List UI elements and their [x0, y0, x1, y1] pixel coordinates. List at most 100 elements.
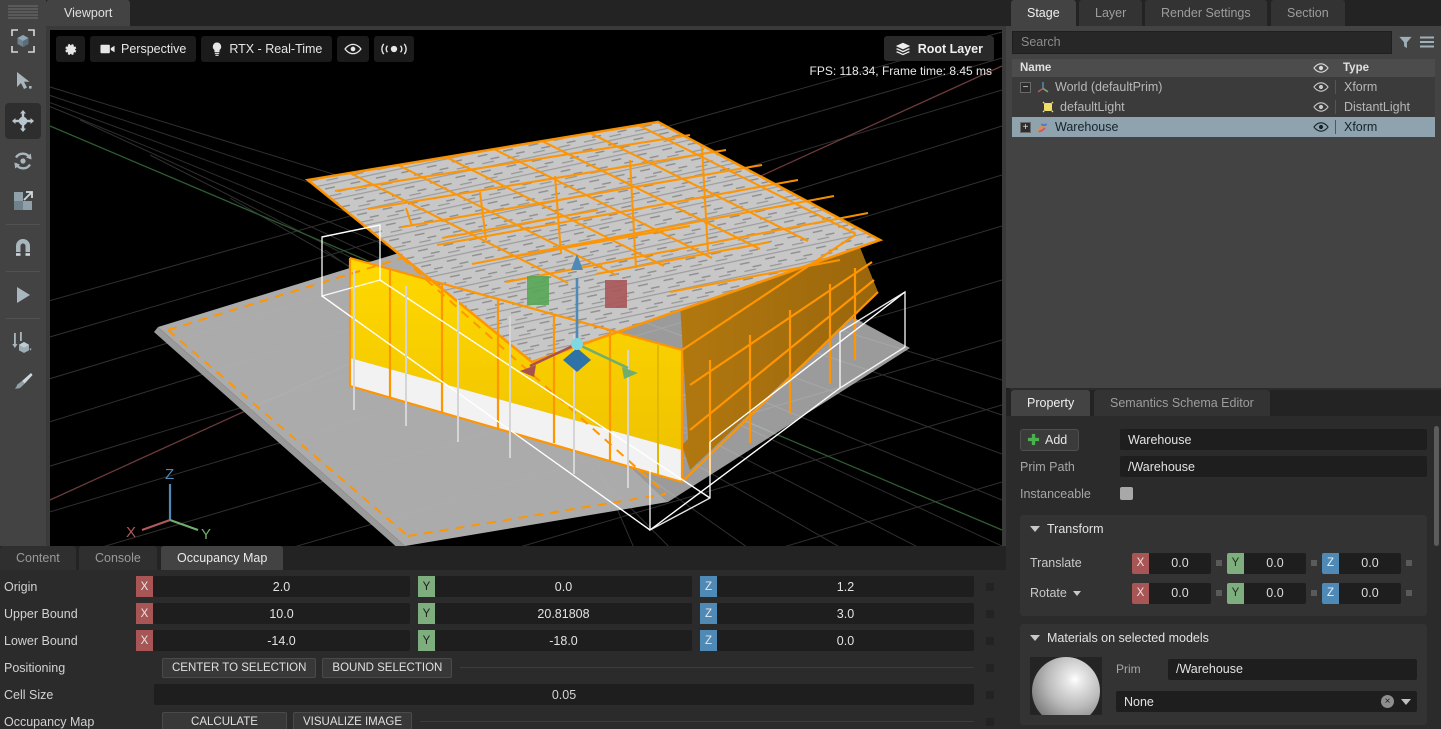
add-button[interactable]: Add	[1020, 428, 1080, 451]
play-tool-button[interactable]	[5, 277, 41, 313]
tab-stage[interactable]: Stage	[1011, 0, 1076, 26]
rotate-x-input[interactable]: 0.0	[1149, 582, 1211, 604]
paint-tool-button[interactable]	[5, 364, 41, 400]
origin-x-input[interactable]: 2.0	[153, 576, 410, 597]
transform-header[interactable]: Transform	[1030, 522, 1417, 536]
viewport-tab-bar: Viewport	[46, 0, 1006, 26]
right-panel: Stage Layer Render Settings Section Sear…	[1006, 0, 1441, 729]
axis-prim-icon	[1037, 82, 1049, 93]
bound-selection-button[interactable]: BOUND SELECTION	[322, 657, 453, 678]
lower-bound-label: Lower Bound	[4, 633, 78, 648]
world-expander[interactable]: −	[1020, 81, 1031, 93]
snap-tool-button[interactable]	[5, 230, 41, 266]
filter-funnel-icon[interactable]	[1398, 35, 1413, 50]
root-layer-button[interactable]: Root Layer	[883, 36, 994, 61]
cell-size-input[interactable]: 0.05	[154, 684, 974, 705]
center-to-selection-button[interactable]: CENTER TO SELECTION	[162, 657, 317, 678]
instanceable-checkbox[interactable]	[1120, 487, 1133, 500]
property-scrollbar[interactable]	[1434, 426, 1439, 546]
rotate-x-handle[interactable]	[1216, 590, 1222, 596]
select-cursor-tool-button[interactable]	[5, 63, 41, 99]
tab-console[interactable]: Console	[79, 546, 157, 570]
stage-tree: Name Type − World (defaultPrim) Xform de…	[1012, 59, 1435, 137]
tab-render-settings[interactable]: Render Settings	[1145, 0, 1267, 26]
positioning-row-handle[interactable]	[986, 663, 994, 672]
prim-path-input[interactable]: /Warehouse	[1120, 456, 1427, 477]
camera-selector-button[interactable]: Perspective	[90, 36, 197, 62]
origin-row-handle[interactable]	[986, 582, 994, 591]
tab-property[interactable]: Property	[1011, 390, 1091, 416]
warehouse-expander[interactable]: +	[1020, 121, 1031, 133]
rotate-order-chevron-down-icon[interactable]	[1072, 590, 1081, 596]
viewport-canvas[interactable]: Perspective RTX - Real-Time Root Layer F…	[50, 30, 1002, 546]
tab-layer[interactable]: Layer	[1079, 0, 1143, 26]
translate-y-input[interactable]: 0.0	[1244, 552, 1306, 574]
translate-z-input[interactable]: 0.0	[1339, 552, 1401, 574]
rotate-z-handle[interactable]	[1406, 590, 1412, 596]
material-preview-thumbnail[interactable]	[1030, 657, 1102, 715]
translate-label: Translate	[1030, 556, 1082, 570]
clear-circle-icon[interactable]: ×	[1381, 695, 1394, 708]
stage-search-input[interactable]: Search	[1012, 30, 1392, 54]
tab-content[interactable]: Content	[0, 546, 76, 570]
tab-semantics-schema-editor[interactable]: Semantics Schema Editor	[1094, 390, 1270, 416]
lower-x-input[interactable]: -14.0	[153, 630, 410, 651]
upper-z-input[interactable]: 3.0	[717, 603, 974, 624]
scale-tool-button[interactable]	[5, 183, 41, 219]
tab-occupancy-map[interactable]: Occupancy Map	[161, 546, 284, 570]
lower-bound-row-handle[interactable]	[986, 636, 994, 645]
translate-x-handle[interactable]	[1216, 560, 1222, 566]
stage-row-warehouse[interactable]: + Warehouse Xform	[1012, 117, 1435, 137]
material-prim-input[interactable]: /Warehouse	[1168, 658, 1417, 680]
translate-x-input[interactable]: 0.0	[1149, 552, 1211, 574]
world-visibility-toggle[interactable]	[1307, 82, 1335, 92]
tab-viewport[interactable]: Viewport	[46, 0, 131, 26]
origin-y-input[interactable]: 0.0	[435, 576, 692, 597]
viewport-settings-button[interactable]	[56, 36, 85, 62]
toolbar-drag-handle[interactable]	[8, 5, 38, 19]
translate-y-handle[interactable]	[1311, 560, 1317, 566]
left-toolbar	[0, 0, 46, 546]
instanceable-row: Instanceable	[1020, 480, 1427, 507]
occupancy-actions-row-handle[interactable]	[986, 717, 994, 726]
stage-row-world[interactable]: − World (defaultPrim) Xform	[1012, 77, 1435, 97]
material-binding-dropdown[interactable]: None ×	[1116, 691, 1417, 712]
visibility-toggle-button[interactable]	[337, 36, 370, 62]
prim-path-row: Prim Path /Warehouse	[1020, 453, 1427, 480]
rotate-y-handle[interactable]	[1311, 590, 1317, 596]
stage-panel: Search Name Type − World (defaultPrim) X…	[1006, 26, 1441, 388]
warehouse-visibility-toggle[interactable]	[1307, 122, 1335, 132]
calculate-button[interactable]: CALCULATE	[162, 711, 287, 729]
select-bbox-tool-button[interactable]	[5, 23, 41, 59]
stage-search-row: Search	[1006, 26, 1441, 54]
prim-name-input[interactable]: Warehouse	[1120, 429, 1427, 450]
origin-z-input[interactable]: 1.2	[717, 576, 974, 597]
translate-z-handle[interactable]	[1406, 560, 1412, 566]
lower-z-input[interactable]: 0.0	[717, 630, 974, 651]
move-tool-button[interactable]	[5, 103, 41, 139]
sensors-toggle-button[interactable]	[374, 36, 415, 62]
toolbar-separator	[6, 224, 40, 225]
cell-size-row-handle[interactable]	[986, 690, 994, 699]
rotate-tool-button[interactable]	[5, 143, 41, 179]
name-row: Add Warehouse	[1020, 426, 1427, 453]
visualize-image-button[interactable]: VISUALIZE IMAGE	[293, 711, 413, 729]
stage-row-default-light[interactable]: defaultLight DistantLight	[1012, 97, 1435, 117]
tab-section[interactable]: Section	[1271, 0, 1345, 26]
rotate-z-input[interactable]: 0.0	[1339, 582, 1401, 604]
origin-z-badge: Z	[700, 576, 717, 597]
materials-header[interactable]: Materials on selected models	[1030, 631, 1417, 645]
rotate-label-wrap[interactable]: Rotate	[1030, 586, 1132, 600]
physics-drop-tool-button[interactable]	[5, 324, 41, 360]
chevron-down-icon[interactable]	[1401, 698, 1411, 705]
render-mode-button[interactable]: RTX - Real-Time	[201, 36, 333, 62]
default-light-visibility-toggle[interactable]	[1307, 102, 1335, 112]
upper-bound-row-handle[interactable]	[986, 609, 994, 618]
hamburger-menu-icon[interactable]	[1419, 35, 1435, 49]
mesh-prim-icon	[1037, 123, 1047, 133]
upper-x-input[interactable]: 10.0	[153, 603, 410, 624]
upper-y-input[interactable]: 20.81808	[435, 603, 692, 624]
chevron-down-icon	[1030, 526, 1040, 532]
rotate-y-input[interactable]: 0.0	[1244, 582, 1306, 604]
lower-y-input[interactable]: -18.0	[435, 630, 692, 651]
